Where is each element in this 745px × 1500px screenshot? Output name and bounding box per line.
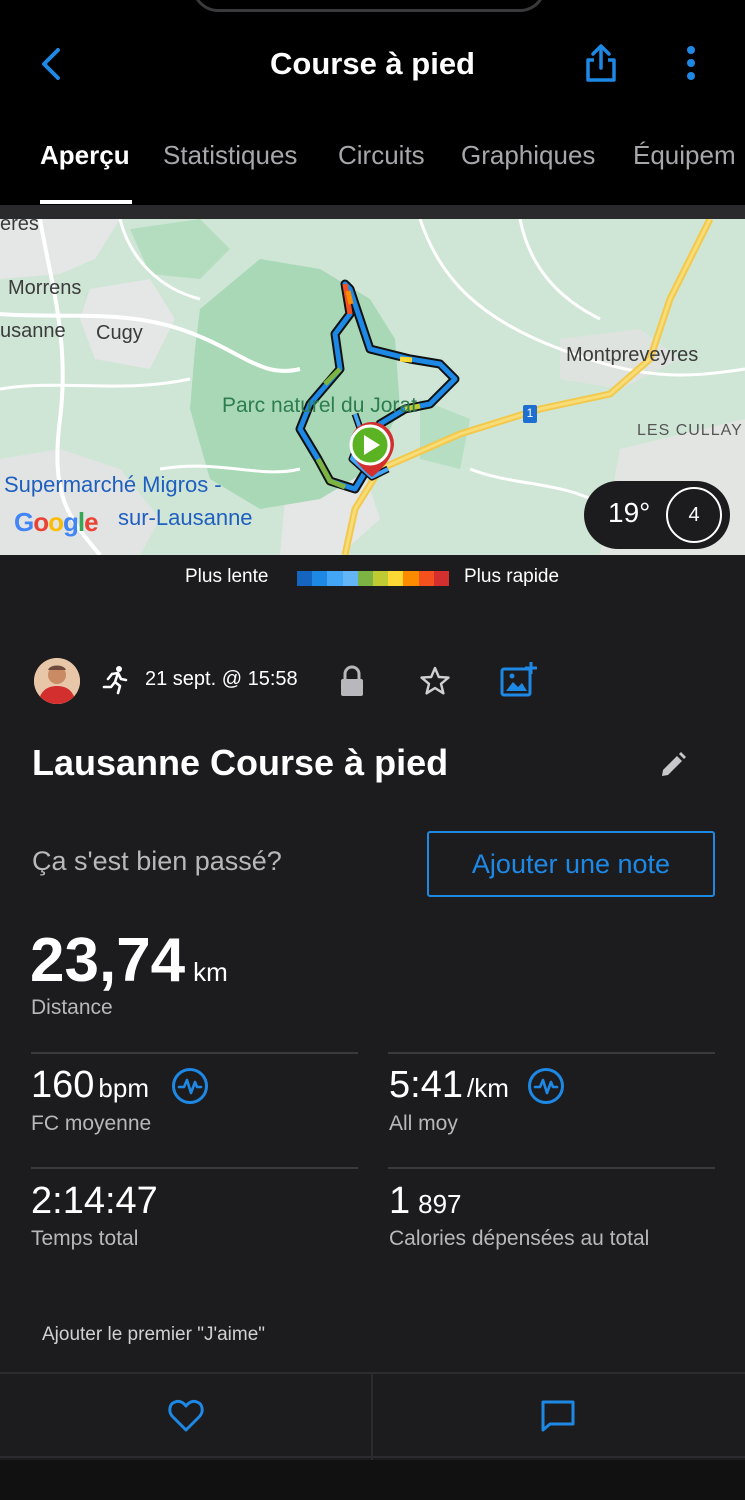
top-bar: Course à pied Aperçu Statistiques Circui…: [0, 0, 745, 205]
pace-legend: Plus lente Plus rapide: [0, 562, 745, 594]
device-notch: [192, 0, 546, 12]
avg-pace-unit: /km: [466, 1073, 509, 1103]
calories-value-main: 1: [389, 1180, 411, 1222]
legend-slow-label: Plus lente: [185, 566, 269, 587]
avg-hr-stat: 160 bpm: [31, 1064, 149, 1107]
tab-circuits[interactable]: Circuits: [338, 138, 425, 172]
calories-stat: 1 897: [389, 1180, 462, 1223]
avatar[interactable]: [34, 658, 80, 704]
map-label-poi-line1: Supermarché Migros -: [4, 472, 222, 497]
avatar-image: [34, 658, 80, 704]
section-separator: [0, 205, 745, 219]
total-time-value: 2:14:47: [31, 1180, 158, 1222]
running-icon: [100, 665, 130, 695]
lock-icon[interactable]: [338, 665, 366, 697]
likes-summary[interactable]: Ajouter le premier "J'aime": [42, 1324, 265, 1346]
legend-swatch: [418, 571, 434, 586]
legend-swatch: [342, 571, 358, 586]
road-number-label: 1: [526, 406, 534, 420]
more-options-button[interactable]: [676, 42, 706, 84]
map-label-poi-line2: sur-Lausanne: [118, 505, 253, 530]
note-prompt: Ça s'est bien passé?: [32, 846, 282, 876]
legend-swatch: [312, 571, 328, 586]
social-action-bar: [0, 1372, 745, 1460]
legend-swatch: [388, 571, 404, 586]
avg-hr-label: FC moyenne: [31, 1112, 152, 1135]
google-logo: Google: [14, 507, 99, 537]
route-map[interactable]: eres Morrens usanne Cugy Montpreveyres P…: [0, 219, 745, 555]
tab-statistiques[interactable]: Statistiques: [163, 138, 297, 172]
distance-unit: km: [193, 957, 228, 987]
avg-pace-value: 5:41: [389, 1064, 463, 1106]
legend-swatch: [373, 571, 389, 586]
more-vertical-icon: [687, 46, 695, 80]
active-tab-indicator: [40, 200, 132, 204]
comment-button[interactable]: [373, 1374, 745, 1460]
stat-divider: [388, 1167, 715, 1169]
legend-swatch: [327, 571, 343, 586]
map-label-cullay: LES CULLAY: [637, 422, 743, 439]
legend-swatch: [297, 571, 313, 586]
comment-icon: [541, 1400, 575, 1432]
weather-temperature: 19°: [608, 497, 651, 528]
total-time-label: Temps total: [31, 1227, 139, 1250]
add-photo-icon[interactable]: [500, 661, 538, 697]
wind-speed-indicator: 4: [666, 487, 722, 543]
map-label-montpreveyres: Montpreveyres: [566, 344, 699, 366]
legend-color-scale: [297, 571, 450, 586]
star-icon[interactable]: [419, 665, 451, 697]
avg-hr-value: 160: [31, 1064, 95, 1106]
calories-value-rest: 897: [418, 1189, 462, 1219]
tab-bar: Aperçu Statistiques Circuits Graphiques …: [0, 130, 745, 205]
weather-badge[interactable]: 19° 4: [584, 481, 730, 549]
pace-zone-icon[interactable]: [527, 1067, 565, 1105]
share-icon: [586, 44, 616, 82]
legend-swatch: [403, 571, 419, 586]
like-button[interactable]: [0, 1374, 371, 1460]
legend-swatch: [433, 571, 450, 586]
map-label-eres: eres: [0, 219, 39, 235]
pencil-icon[interactable]: [658, 750, 688, 780]
distance-value: 23,74: [30, 926, 186, 995]
stat-divider: [31, 1167, 358, 1169]
map-label-park: Parc naturel du Jorat: [222, 394, 417, 417]
map-label-lausanne: usanne: [0, 320, 66, 342]
distance-label: Distance: [31, 996, 113, 1019]
avg-pace-stat: 5:41/km: [389, 1064, 509, 1107]
activity-date: 21 sept. @ 15:58: [145, 668, 298, 690]
distance-stat: 23,74 km: [30, 925, 228, 996]
activity-title: Lausanne Course à pied: [32, 742, 449, 783]
calories-label: Calories dépensées au total: [389, 1227, 650, 1250]
share-button[interactable]: [580, 42, 622, 84]
heart-icon: [168, 1399, 204, 1432]
avg-pace-label: All moy: [389, 1112, 458, 1135]
legend-fast-label: Plus rapide: [464, 566, 560, 587]
map-label-cugy: Cugy: [96, 322, 143, 344]
map-label-morrens: Morrens: [8, 277, 82, 299]
tab-apercu[interactable]: Aperçu: [40, 138, 130, 172]
legend-swatch: [357, 571, 374, 586]
add-note-button[interactable]: Ajouter une note: [427, 831, 715, 897]
heart-rate-zone-icon[interactable]: [171, 1067, 209, 1105]
bottom-safe-area: [0, 1460, 745, 1500]
activity-meta-row: 21 sept. @ 15:58: [0, 655, 745, 707]
stat-divider: [388, 1052, 715, 1054]
page-title: Course à pied: [270, 46, 475, 81]
tab-graphiques[interactable]: Graphiques: [461, 138, 595, 172]
tab-equipement[interactable]: Équipem: [633, 138, 736, 172]
avg-hr-unit: bpm: [98, 1073, 149, 1103]
stat-divider: [31, 1052, 358, 1054]
